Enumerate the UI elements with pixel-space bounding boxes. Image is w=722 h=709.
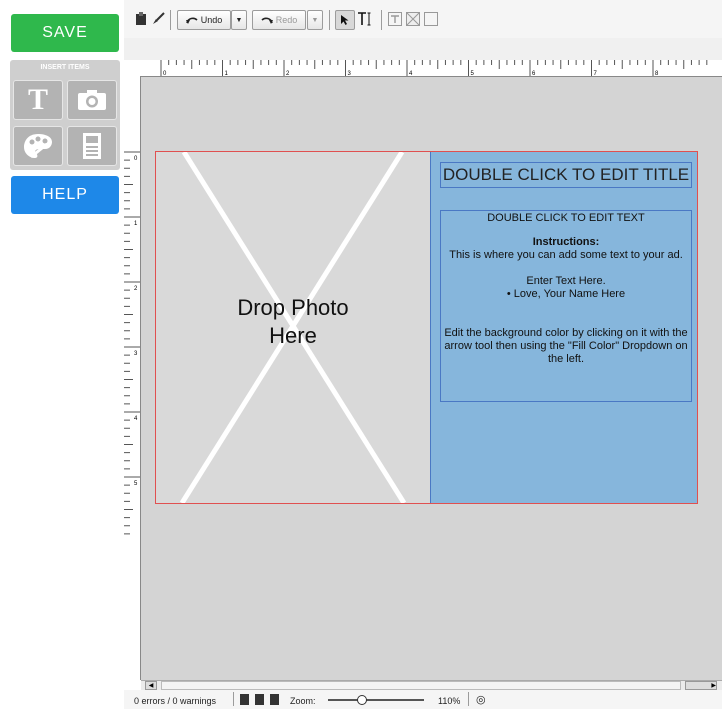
clipboard-icon — [136, 12, 146, 25]
save-button[interactable]: SAVE — [11, 14, 119, 52]
instructions-label: Instructions: — [532, 236, 600, 248]
redo-button[interactable]: Redo — [252, 10, 306, 30]
image-box-icon — [406, 12, 420, 26]
page-layout-icon — [83, 133, 101, 159]
scroll-left-button[interactable]: ◀ — [145, 681, 157, 690]
redo-arrow-icon — [261, 17, 273, 24]
insert-image-box-button[interactable] — [405, 10, 421, 28]
instructions-text: This is where you can add some text to y… — [449, 249, 683, 261]
palette-icon — [24, 134, 52, 159]
insert-items-title: INSERT ITEMS — [40, 64, 90, 71]
undo-label: Undo — [200, 15, 223, 25]
text-panel[interactable]: DOUBLE CLICK TO EDIT TITLE DOUBLE CLICK … — [431, 152, 697, 503]
paste-tool-button[interactable] — [134, 10, 148, 28]
ruler-label: 1 — [225, 71, 229, 76]
chevron-down-icon: ▼ — [235, 16, 243, 24]
arrow-pointer-icon — [341, 15, 349, 25]
zoom-slider-thumb[interactable] — [356, 695, 367, 705]
photo-placeholder[interactable]: Drop Photo Here — [156, 152, 431, 503]
ruler-label: 2 — [134, 286, 138, 292]
page-icon-1[interactable] — [240, 694, 249, 705]
horizontal-ruler: 0 1 2 3 4 5 6 7 8 — [124, 60, 722, 77]
page-icon-2[interactable] — [255, 694, 264, 705]
text-cursor-icon — [358, 12, 371, 26]
enter-text: Enter Text Here. — [526, 275, 606, 287]
insert-color-button[interactable] — [13, 126, 63, 166]
insert-text-button[interactable]: T — [13, 80, 63, 120]
vertical-ruler: 0 1 2 3 4 5 — [124, 76, 141, 680]
options-bar — [124, 38, 722, 60]
insert-shape-button[interactable] — [423, 10, 439, 28]
drop-photo-text: Drop Photo Here — [156, 294, 430, 350]
body-heading: DOUBLE CLICK TO EDIT TEXT — [487, 212, 645, 224]
scroll-right-button[interactable]: ▶ — [685, 681, 717, 690]
ruler-label: 3 — [348, 71, 352, 76]
redo-dropdown-button[interactable]: ▼ — [307, 10, 323, 30]
ruler-label: 1 — [134, 221, 138, 227]
page-icon-3[interactable] — [270, 694, 279, 705]
love-text: • Love, Your Name Here — [506, 288, 626, 300]
toolbar: Undo ▼ Redo ▼ — [124, 0, 722, 39]
textbox-icon — [388, 12, 402, 26]
ruler-label: 2 — [286, 71, 290, 76]
select-tool-button[interactable] — [335, 10, 355, 30]
ad-design[interactable]: Drop Photo Here DOUBLE CLICK TO EDIT TIT… — [155, 151, 698, 504]
ruler-label: 8 — [655, 71, 659, 76]
ruler-label: 4 — [134, 416, 138, 422]
ruler-label: 7 — [594, 71, 598, 76]
insert-photo-button[interactable] — [67, 80, 117, 120]
ruler-label: 0 — [134, 156, 138, 162]
chevron-down-icon: ▼ — [311, 16, 319, 24]
ruler-label: 5 — [471, 71, 475, 76]
camera-icon — [78, 90, 106, 110]
ruler-label: 0 — [163, 71, 167, 76]
errors-warnings-text: 0 errors / 0 warnings — [134, 696, 217, 706]
ruler-label: 6 — [532, 71, 536, 76]
text-tool-button[interactable] — [356, 10, 374, 28]
ruler-label: 4 — [409, 71, 413, 76]
insert-items-panel: INSERT ITEMS T — [10, 60, 120, 170]
undo-arrow-icon — [185, 17, 198, 24]
help-button[interactable]: HELP — [11, 176, 119, 214]
title-textbox[interactable]: DOUBLE CLICK TO EDIT TITLE — [440, 162, 692, 188]
insert-layout-button[interactable] — [67, 126, 117, 166]
edit-bg-text: Edit the background color by clicking on… — [444, 327, 688, 365]
status-bar: 0 errors / 0 warnings Zoom: 110% ◎ — [124, 690, 722, 709]
left-sidebar: SAVE INSERT ITEMS T HELP — [0, 0, 124, 709]
redo-label: Redo — [275, 15, 298, 25]
zoom-label: Zoom: — [290, 696, 316, 706]
zoom-reset-icon[interactable]: ◎ — [476, 693, 486, 706]
chevron-right-icon: ▶ — [711, 683, 716, 689]
zoom-value: 110% — [438, 696, 461, 706]
undo-dropdown-button[interactable]: ▼ — [231, 10, 247, 30]
text-icon: T — [27, 83, 48, 116]
undo-button[interactable]: Undo — [177, 10, 231, 30]
drop-photo-line2: Here — [269, 323, 317, 348]
rectangle-icon — [424, 12, 438, 26]
body-textbox[interactable]: DOUBLE CLICK TO EDIT TEXT Instructions: … — [440, 210, 692, 402]
format-painter-button[interactable] — [151, 10, 165, 28]
ruler-label: 5 — [134, 481, 138, 487]
brush-icon — [153, 12, 165, 24]
scroll-thumb[interactable] — [161, 681, 681, 690]
drop-photo-line1: Drop Photo — [237, 295, 349, 320]
zoom-slider[interactable] — [328, 695, 424, 705]
insert-textbox-button[interactable] — [387, 10, 403, 28]
chevron-left-icon: ◀ — [148, 683, 154, 689]
ruler-label: 3 — [134, 351, 138, 357]
